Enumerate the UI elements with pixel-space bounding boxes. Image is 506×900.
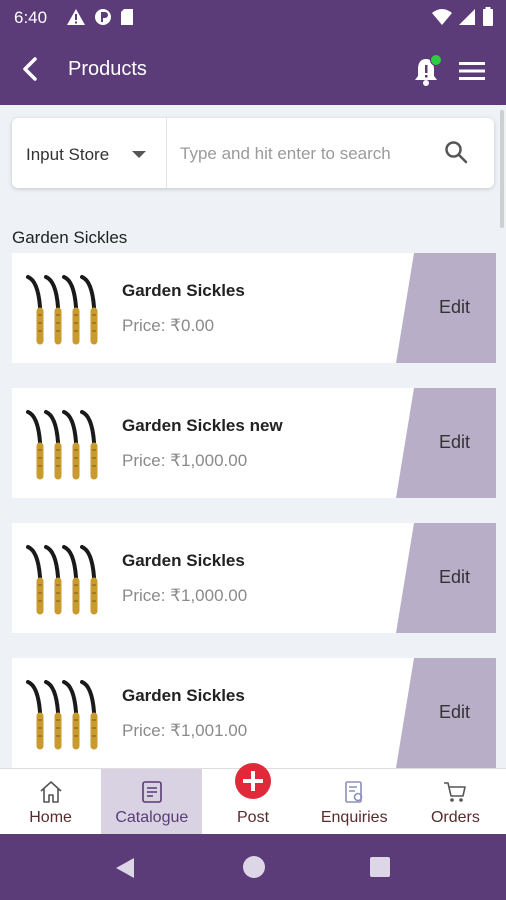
product-name: Garden Sickles new (122, 416, 283, 435)
sickles-image (24, 674, 118, 752)
tab-label: Home (29, 809, 72, 826)
product-price: Price: ₹1,000.00 (122, 451, 248, 470)
sickles-image (24, 539, 118, 617)
bottom-tab-bar: Home Catalogue Post Enquiries Orders (0, 763, 506, 835)
system-nav-bar (0, 834, 506, 900)
edit-button[interactable]: Edit (396, 253, 496, 363)
edit-button[interactable]: Edit (396, 523, 496, 633)
search-icon[interactable] (444, 140, 468, 164)
edit-label: Edit (438, 567, 470, 587)
add-circle-icon (235, 763, 271, 799)
wifi-icon (432, 9, 452, 25)
chevron-left-icon (23, 57, 37, 81)
sickles-image (24, 404, 118, 482)
home-icon (40, 781, 62, 803)
store-dropdown[interactable]: Input Store (12, 118, 167, 188)
search-input[interactable] (178, 138, 442, 170)
nav-back-icon[interactable] (114, 856, 136, 880)
product-price: Price: ₹1,001.00 (122, 721, 248, 740)
tab-label: Catalogue (115, 809, 189, 826)
product-price: Price: ₹1,000.00 (122, 586, 248, 605)
product-name: Garden Sickles (122, 281, 245, 300)
tab-home[interactable]: Home (0, 769, 101, 835)
product-card[interactable]: Garden Sickles new Price: ₹1,000.00 Edit (12, 388, 496, 498)
status-time: 6:40 (14, 8, 48, 27)
edit-button[interactable]: Edit (396, 388, 496, 498)
sickles-image (26, 269, 118, 345)
caret-down-icon (132, 151, 146, 158)
status-notification-icons (66, 8, 134, 26)
tab-label: Enquiries (320, 809, 388, 826)
edit-button[interactable]: Edit (396, 658, 496, 768)
product-price: Price: ₹0.00 (122, 316, 215, 335)
store-dropdown-label: Input Store (26, 145, 110, 164)
hamburger-menu-icon (459, 62, 485, 80)
back-button[interactable] (16, 54, 46, 84)
enquiries-icon (345, 781, 363, 803)
battery-icon (483, 7, 493, 26)
nav-home-icon[interactable] (243, 856, 265, 878)
section-title: Garden Sickles (12, 228, 128, 247)
status-system-icons (432, 7, 494, 27)
product-name: Garden Sickles (122, 686, 245, 705)
sd-card-icon (121, 9, 133, 25)
tab-label: Orders (430, 809, 480, 826)
catalogue-icon (141, 781, 162, 803)
product-card[interactable]: Garden Sickles Price: ₹1,001.00 Edit (12, 658, 496, 768)
scrollbar[interactable] (500, 110, 504, 228)
menu-button[interactable] (458, 60, 486, 82)
status-bar: 6:40 (0, 0, 506, 36)
nav-recents-icon[interactable] (370, 857, 390, 877)
edit-label: Edit (438, 702, 470, 722)
notification-dot (430, 54, 442, 66)
page-title: Products (68, 58, 147, 80)
warning-icon (67, 9, 85, 25)
search-bar: Input Store (12, 118, 494, 188)
edit-label: Edit (438, 297, 470, 317)
app-status-icon (95, 9, 111, 25)
tab-enquiries[interactable]: Enquiries (304, 769, 405, 835)
tab-post[interactable]: Post (202, 763, 303, 835)
tab-orders[interactable]: Orders (405, 769, 506, 835)
edit-label: Edit (438, 432, 470, 452)
product-name: Garden Sickles (122, 551, 245, 570)
tab-catalogue[interactable]: Catalogue (101, 769, 203, 835)
notifications-button[interactable] (412, 54, 442, 86)
product-card[interactable]: Garden Sickles Price: ₹0.00 Edit (12, 253, 496, 363)
product-list: Garden Sickles Price: ₹0.00 Edit Garden … (12, 253, 496, 793)
app-bar: Products (0, 36, 506, 105)
product-card[interactable]: Garden Sickles Price: ₹1,000.00 Edit (12, 523, 496, 633)
tab-label: Post (237, 809, 270, 826)
cart-icon (444, 782, 467, 802)
signal-icon (459, 9, 475, 25)
